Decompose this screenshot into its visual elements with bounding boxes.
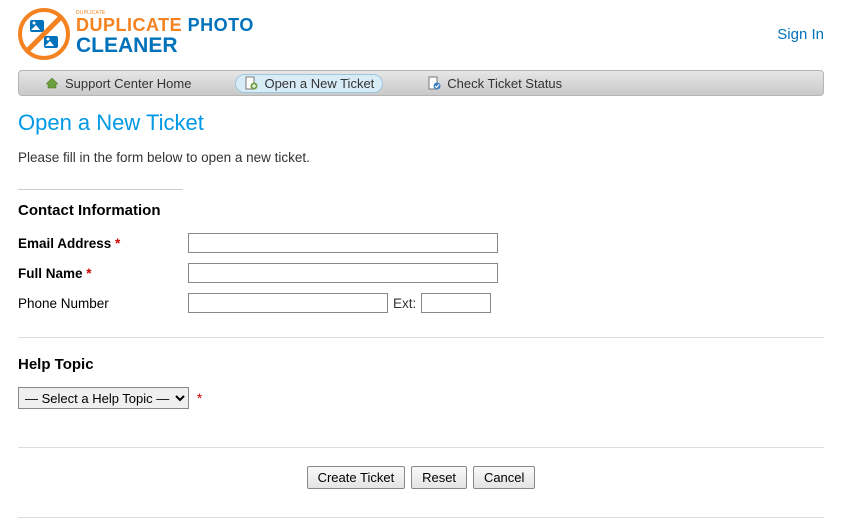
signin-link[interactable]: Sign In: [777, 26, 824, 43]
logo-text-photo: PHOTO: [188, 15, 254, 35]
cancel-button[interactable]: Cancel: [473, 466, 535, 489]
page-title: Open a New Ticket: [18, 110, 824, 136]
email-label: Email Address *: [18, 236, 188, 251]
ext-input[interactable]: [421, 293, 491, 313]
contact-heading: Contact Information: [18, 202, 824, 219]
required-mark: *: [115, 236, 120, 251]
required-mark: *: [86, 266, 91, 281]
reset-button[interactable]: Reset: [411, 466, 467, 489]
email-input[interactable]: [188, 233, 498, 253]
logo-text-duplicate: DUPLICATE: [76, 15, 188, 35]
fullname-input[interactable]: [188, 263, 498, 283]
section-divider: [18, 189, 183, 190]
ext-label: Ext:: [393, 296, 416, 311]
form-bottom-divider: [18, 447, 824, 448]
logo-icon: [18, 8, 70, 60]
form-divider: [18, 337, 824, 338]
phone-label: Phone Number: [18, 296, 188, 311]
name-label: Full Name *: [18, 266, 188, 281]
phone-input[interactable]: [188, 293, 388, 313]
new-ticket-icon: [244, 76, 258, 90]
page-instructions: Please fill in the form below to open a …: [18, 150, 824, 165]
nav-open-ticket[interactable]: Open a New Ticket: [235, 74, 383, 93]
help-topic-heading: Help Topic: [18, 356, 824, 373]
nav-check-status-label: Check Ticket Status: [447, 76, 562, 91]
navbar: Support Center Home Open a New Ticket Ch…: [18, 70, 824, 96]
home-icon: [45, 76, 59, 90]
create-ticket-button[interactable]: Create Ticket: [307, 466, 406, 489]
nav-open-ticket-label: Open a New Ticket: [264, 76, 374, 91]
nav-support-home-label: Support Center Home: [65, 76, 191, 91]
nav-support-home[interactable]: Support Center Home: [37, 75, 199, 92]
nav-check-status[interactable]: Check Ticket Status: [419, 75, 570, 92]
status-icon: [427, 76, 441, 90]
logo-text-cleaner: CLEANER: [76, 34, 254, 58]
brand-logo: DUPLICATE DUPLICATE PHOTO CLEANER: [18, 8, 254, 60]
help-topic-select[interactable]: — Select a Help Topic —: [18, 387, 189, 409]
required-mark: *: [197, 390, 202, 406]
